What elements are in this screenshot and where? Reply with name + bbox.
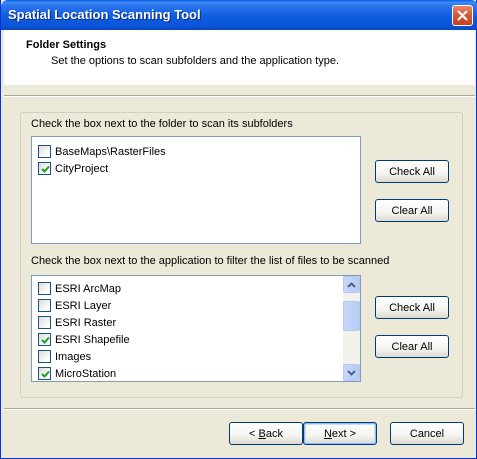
list-item-label: MicroStation [55,367,117,380]
application-checkbox[interactable] [38,299,51,312]
application-checkbox[interactable] [38,316,51,329]
chevron-down-icon [347,369,356,376]
list-item-esri-layer[interactable]: ESRI Layer [38,297,111,314]
list-item-label: CityProject [55,162,109,175]
list-item-label: ESRI ArcMap [55,282,122,295]
list-item-microstation[interactable]: MicroStation [38,365,117,381]
list-item-esri-raster[interactable]: ESRI Raster [38,314,116,331]
header-divider [4,95,475,97]
application-checkbox[interactable] [38,350,51,363]
back-button-mnemonic: B [258,427,266,440]
list-item-label: ESRI Layer [55,299,112,312]
list-item-images[interactable]: Images [38,348,91,365]
chevron-up-icon [347,281,356,288]
checkmark-icon [41,370,50,378]
applications-check-all-button[interactable]: Check All [375,296,449,319]
applications-instruction: Check the box next to the application to… [31,255,390,267]
list-item-esri-shapefile[interactable]: ESRI Shapefile [38,331,130,348]
list-item-esri-arcmap[interactable]: ESRI ArcMap [38,280,121,297]
scroll-thumb[interactable] [343,301,360,331]
page-title: Folder Settings [26,39,107,51]
folders-instruction: Check the box next to the folder to scan… [31,118,293,130]
next-button-mnemonic: N [323,427,332,440]
window-title: Spatial Location Scanning Tool [8,7,201,22]
list-item-label: Images [55,350,92,363]
next-button[interactable]: Next > [303,422,377,445]
title-bar[interactable]: Spatial Location Scanning Tool [1,0,477,30]
checkmark-icon [41,336,50,344]
wizard-header: Folder Settings Set the options to scan … [4,30,475,85]
cancel-button[interactable]: Cancel [390,422,464,445]
close-icon [457,10,468,21]
folders-list[interactable]: BaseMaps\RasterFiles CityProject [31,136,361,244]
footer-divider [4,408,475,410]
back-button[interactable]: < Back [229,422,303,445]
applications-clear-all-button[interactable]: Clear All [375,335,449,358]
folder-checkbox[interactable] [38,162,51,175]
scroll-up-button[interactable] [343,276,360,293]
page-subtitle: Set the options to scan subfolders and t… [51,55,340,67]
back-button-prefix: < [249,427,259,440]
close-button[interactable] [452,5,473,26]
folder-checkbox[interactable] [38,145,51,158]
application-checkbox[interactable] [38,282,51,295]
list-item-label: ESRI Raster [55,316,117,329]
checkmark-icon [41,165,50,173]
list-item-label: BaseMaps\RasterFiles [55,145,166,158]
list-item-basemaps[interactable]: BaseMaps\RasterFiles [38,143,166,160]
scroll-down-button[interactable] [343,364,360,381]
folders-clear-all-button[interactable]: Clear All [375,199,449,222]
list-item-cityproject[interactable]: CityProject [38,160,108,177]
applications-scrollbar[interactable] [343,276,360,381]
next-button-rest: ext > [331,427,357,440]
applications-list[interactable]: ESRI ArcMap ESRI Layer ESRI Raster ESRI … [31,275,361,382]
back-button-rest: ack [265,427,283,440]
list-item-label: ESRI Shapefile [55,333,130,346]
application-checkbox[interactable] [38,367,51,380]
dialog-window: Spatial Location Scanning Tool Folder Se… [0,0,477,459]
folders-check-all-button[interactable]: Check All [375,160,449,183]
application-checkbox[interactable] [38,333,51,346]
